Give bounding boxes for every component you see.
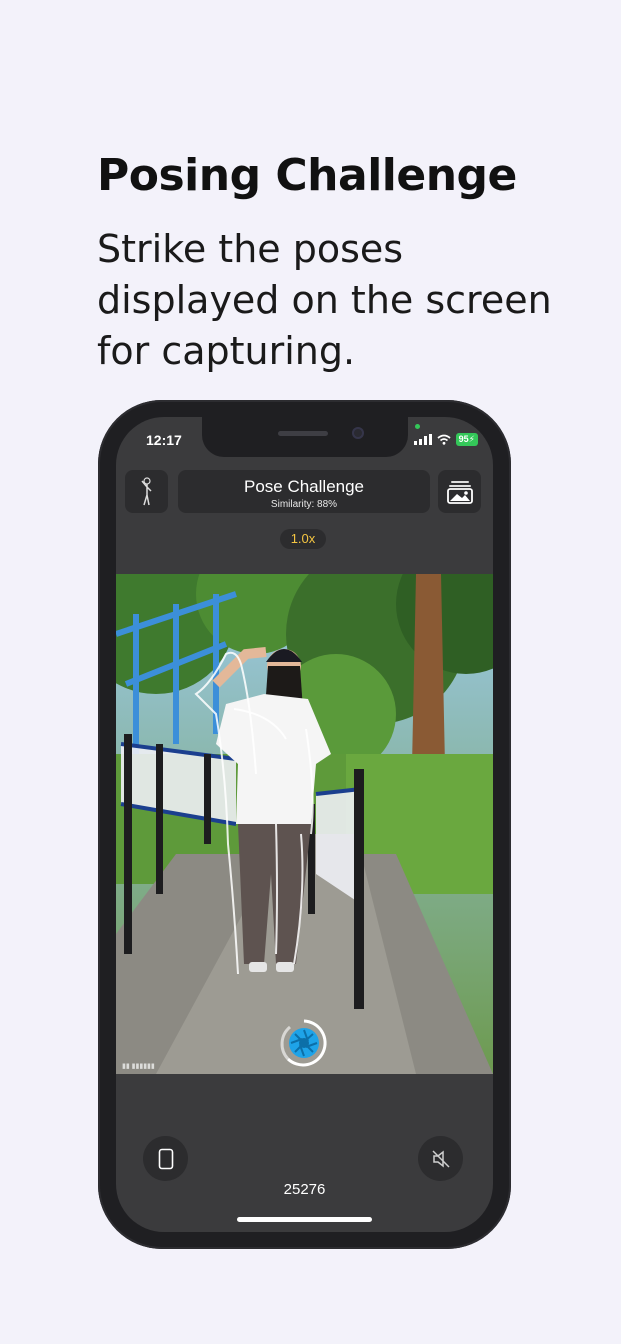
page-subtitle: Strike the poses displayed on the screen… [97, 227, 552, 373]
home-indicator [237, 1217, 372, 1222]
shutter-aperture-icon [280, 1019, 327, 1067]
zoom-level-button[interactable]: 1.0x [280, 529, 326, 549]
status-icons: 95⚡ [413, 433, 478, 446]
challenge-title: Pose Challenge [243, 477, 365, 496]
photo-counter: 25276 [283, 1181, 326, 1198]
viewfinder-scene: ▮▮ ▮▮▮▮▮▮ [116, 574, 493, 1074]
pose-figure-icon [140, 476, 152, 505]
svg-text:▮▮ ▮▮▮▮▮▮: ▮▮ ▮▮▮▮▮▮ [122, 1063, 155, 1070]
challenge-title-box: Pose Challenge Similarity: 88% [178, 470, 430, 513]
wifi-icon [437, 434, 451, 445]
shutter-button[interactable] [278, 1017, 330, 1069]
battery-level: 95 [458, 434, 469, 444]
status-time: 12:17 [146, 432, 182, 448]
gallery-icon [446, 480, 473, 504]
phone-screen: 12:17 95⚡ Pose Challenge Similarity: 88%… [116, 417, 493, 1232]
speaker-grill [278, 431, 328, 436]
phone-mockup: 12:17 95⚡ Pose Challenge Similarity: 88%… [98, 400, 511, 1249]
camera-viewfinder[interactable]: ▮▮ ▮▮▮▮▮▮ [116, 574, 493, 1074]
similarity-label: Similarity: 88% [270, 499, 338, 510]
battery-badge: 95⚡ [455, 433, 478, 446]
pose-template-button[interactable] [125, 470, 168, 513]
mute-icon [431, 1149, 450, 1168]
notch [202, 417, 408, 457]
front-camera [352, 427, 364, 439]
camera-indicator [415, 424, 420, 429]
phone-outline-icon [158, 1148, 173, 1169]
mute-button[interactable] [418, 1136, 463, 1181]
signal-icon [413, 434, 432, 445]
gallery-button[interactable] [438, 470, 481, 513]
page-headline: Posing Challenge [97, 150, 517, 201]
orientation-button[interactable] [143, 1136, 188, 1181]
